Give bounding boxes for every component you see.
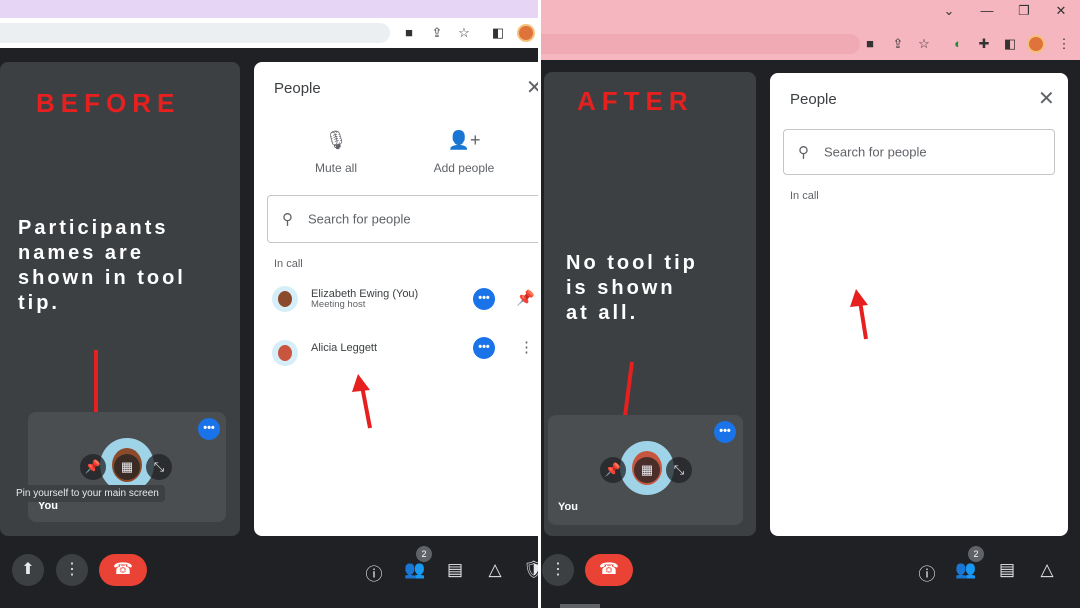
scrollbar-thumb[interactable] bbox=[560, 604, 600, 608]
address-bar[interactable] bbox=[0, 23, 390, 43]
participant-count-badge: 2 bbox=[968, 546, 984, 562]
search-placeholder: Search for people bbox=[824, 144, 927, 160]
people-icon[interactable]: 👥 bbox=[954, 560, 978, 580]
end-call-button[interactable]: ☎ bbox=[585, 554, 633, 586]
browser-toolbar: ■ ⇪ ☆ ◐ ✚ ◧ ⋮ bbox=[540, 28, 1080, 60]
people-icon[interactable]: 👥 bbox=[403, 560, 427, 580]
grid-icon[interactable]: ▦ bbox=[114, 454, 140, 480]
profile-avatar[interactable] bbox=[517, 24, 535, 42]
before-screenshot: ■ ⇪ ☆ ◧ BEFORE Participants names are sh… bbox=[0, 0, 540, 608]
search-people-field[interactable]: ⚲ Search for people bbox=[783, 129, 1055, 175]
star-icon[interactable]: ☆ bbox=[913, 34, 935, 54]
participant-role: Meeting host bbox=[311, 299, 366, 310]
pin-tooltip: Pin yourself to your main screen bbox=[10, 485, 165, 502]
share-icon[interactable]: ⇪ bbox=[426, 23, 448, 43]
grid-icon[interactable]: ▦ bbox=[634, 457, 660, 483]
panel-title: People bbox=[790, 91, 837, 108]
more-options-button[interactable]: ⋮ bbox=[542, 554, 574, 586]
chat-icon[interactable]: ▤ bbox=[995, 560, 1019, 580]
self-video-tile[interactable]: ••• 📌 ▦ ⤡ You bbox=[548, 415, 743, 525]
activities-icon[interactable]: △ bbox=[1035, 560, 1059, 580]
before-heading: BEFORE bbox=[36, 88, 181, 118]
puzzle-icon[interactable]: ✚ bbox=[973, 34, 995, 54]
after-note: No tool tip is shown at all. bbox=[566, 252, 698, 324]
mute-all-button[interactable]: 🎙 Mute all bbox=[306, 130, 366, 175]
tile-more-button[interactable]: ••• bbox=[714, 421, 736, 443]
browser-tabstrip: ⌄ — ❐ ✕ bbox=[540, 0, 1080, 28]
pin-icon[interactable]: 📌 bbox=[516, 289, 535, 307]
add-people-button[interactable]: 👤+ Add people bbox=[426, 130, 502, 175]
people-panel: People ✕ ⚲ Search for people In call bbox=[770, 73, 1068, 536]
camera-icon[interactable]: ■ bbox=[398, 23, 420, 43]
browser-menu-icon[interactable]: ⋮ bbox=[1053, 34, 1075, 54]
search-icon: ⚲ bbox=[798, 144, 809, 161]
address-bar[interactable] bbox=[540, 34, 860, 54]
in-call-section-label: In call bbox=[274, 258, 303, 270]
add-people-label: Add people bbox=[433, 161, 495, 175]
close-icon[interactable]: ✕ bbox=[1038, 89, 1055, 109]
participant-row[interactable]: Alicia Leggett ••• ⋮ bbox=[254, 336, 540, 376]
side-panel-icon[interactable]: ◧ bbox=[999, 34, 1021, 54]
meeting-stage: BEFORE Participants names are shown in t… bbox=[0, 62, 240, 536]
comparison-divider bbox=[538, 0, 541, 608]
more-vert-icon[interactable]: ⋮ bbox=[519, 338, 534, 356]
camera-icon[interactable]: ■ bbox=[859, 34, 881, 54]
side-panel-icon[interactable]: ◧ bbox=[487, 23, 509, 43]
minimize-icon[interactable]: ⤡ bbox=[666, 457, 692, 483]
restore-window-icon[interactable]: ❐ bbox=[1013, 3, 1035, 19]
minimize-icon[interactable]: ⤡ bbox=[146, 454, 172, 480]
panel-title: People bbox=[274, 80, 321, 97]
participant-more-button[interactable]: ••• bbox=[473, 337, 495, 359]
profile-avatar[interactable] bbox=[1027, 35, 1045, 53]
participant-avatar bbox=[272, 340, 298, 366]
chat-icon[interactable]: ▤ bbox=[443, 560, 467, 580]
star-icon[interactable]: ☆ bbox=[453, 23, 475, 43]
participant-row[interactable]: Elizabeth Ewing (You) Meeting host ••• 📌 bbox=[254, 282, 540, 322]
in-call-section-label: In call bbox=[790, 190, 819, 202]
activities-icon[interactable]: △ bbox=[483, 560, 507, 580]
add-person-icon: 👤+ bbox=[447, 130, 481, 150]
participant-count-badge: 2 bbox=[416, 546, 432, 562]
tile-name-label: You bbox=[558, 501, 578, 513]
participant-name: Alicia Leggett bbox=[311, 342, 378, 354]
more-options-button[interactable]: ⋮ bbox=[56, 554, 88, 586]
meeting-stage: AFTER No tool tip is shown at all. ••• 📌… bbox=[544, 72, 756, 536]
extension-icon[interactable]: ◐ bbox=[947, 34, 969, 54]
search-placeholder: Search for people bbox=[308, 211, 411, 227]
before-note: Participants names are shown in tool tip… bbox=[18, 217, 186, 314]
red-arrow-up bbox=[850, 289, 868, 340]
people-panel: People ✕ 🎙 Mute all 👤+ Add people ⚲ Sear… bbox=[254, 62, 540, 536]
mute-all-label: Mute all bbox=[314, 161, 358, 175]
pin-icon[interactable]: 📌 bbox=[600, 457, 626, 483]
participant-more-button[interactable]: ••• bbox=[473, 288, 495, 310]
search-icon: ⚲ bbox=[282, 211, 293, 228]
end-call-button[interactable]: ☎ bbox=[99, 554, 147, 586]
tile-more-button[interactable]: ••• bbox=[198, 418, 220, 440]
info-icon[interactable]: ⓘ bbox=[362, 560, 386, 585]
participant-avatar bbox=[272, 286, 298, 312]
after-heading: AFTER bbox=[577, 86, 694, 116]
pin-icon[interactable]: 📌 bbox=[80, 454, 106, 480]
chevron-down-icon[interactable]: ⌄ bbox=[938, 3, 960, 19]
browser-tabstrip bbox=[0, 0, 540, 18]
after-screenshot: ⌄ — ❐ ✕ ■ ⇪ ☆ ◐ ✚ ◧ ⋮ AFTER No tool tip … bbox=[540, 0, 1080, 608]
red-arrow-up bbox=[352, 374, 372, 429]
minimize-window-icon[interactable]: — bbox=[976, 3, 998, 18]
mic-off-icon: 🎙 bbox=[324, 130, 348, 150]
present-button[interactable]: ⬆ bbox=[12, 554, 44, 586]
info-icon[interactable]: ⓘ bbox=[915, 560, 939, 585]
self-video-tile[interactable]: ••• 📌 ▦ ⤡ You bbox=[28, 412, 226, 522]
close-window-icon[interactable]: ✕ bbox=[1050, 3, 1072, 19]
share-icon[interactable]: ⇪ bbox=[887, 34, 909, 54]
browser-toolbar: ■ ⇪ ☆ ◧ bbox=[0, 18, 540, 48]
search-people-field[interactable]: ⚲ Search for people bbox=[267, 195, 540, 243]
